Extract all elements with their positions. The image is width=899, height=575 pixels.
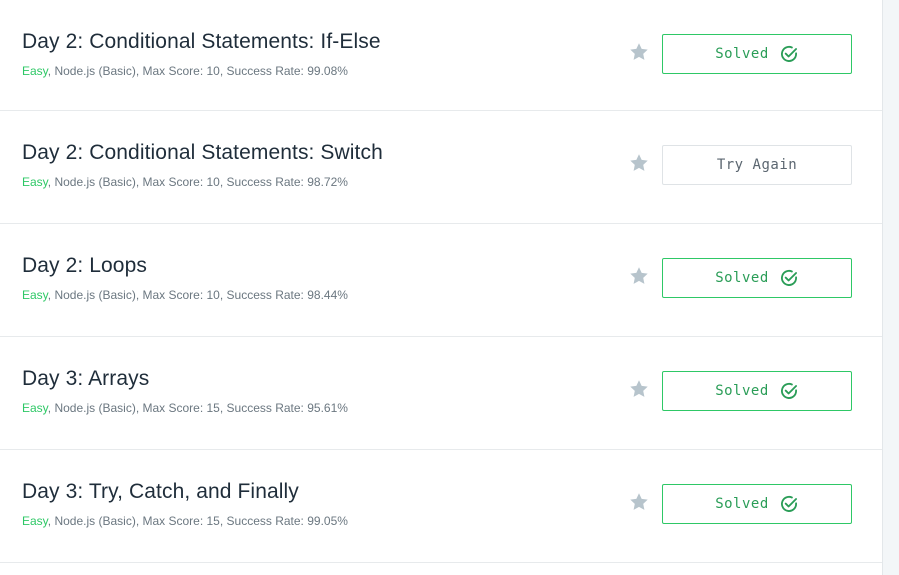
difficulty-label: Easy [22, 288, 48, 302]
solved-button[interactable]: Solved [662, 34, 852, 74]
challenge-list: Day 2: Conditional Statements: If-Else E… [0, 0, 883, 575]
challenge-title[interactable]: Day 2: Loops [22, 254, 147, 278]
difficulty-label: Easy [22, 175, 48, 189]
star-icon[interactable] [628, 152, 650, 174]
challenge-title[interactable]: Day 2: Conditional Statements: If-Else [22, 30, 381, 54]
try-again-button[interactable]: Try Again [662, 145, 852, 185]
challenge-row: Day 3: Try, Catch, and Finally Easy, Nod… [0, 450, 882, 563]
status-label: Solved [715, 270, 769, 286]
challenge-title[interactable]: Day 2: Conditional Statements: Switch [22, 141, 383, 165]
challenge-title[interactable]: Day 3: Try, Catch, and Finally [22, 480, 299, 504]
status-label: Solved [715, 46, 769, 62]
challenge-meta: Easy, Node.js (Basic), Max Score: 15, Su… [22, 401, 348, 415]
solved-button[interactable]: Solved [662, 484, 852, 524]
challenge-row: Day 3: Arrays Easy, Node.js (Basic), Max… [0, 337, 882, 450]
difficulty-label: Easy [22, 401, 48, 415]
check-circle-icon [780, 46, 797, 62]
challenge-meta: Easy, Node.js (Basic), Max Score: 10, Su… [22, 64, 348, 78]
difficulty-label: Easy [22, 514, 48, 528]
status-label: Solved [715, 496, 769, 512]
challenge-meta: Easy, Node.js (Basic), Max Score: 10, Su… [22, 175, 348, 189]
challenge-details: , Node.js (Basic), Max Score: 10, Succes… [47, 175, 348, 189]
status-label: Try Again [716, 157, 798, 173]
check-circle-icon [780, 383, 797, 399]
difficulty-label: Easy [22, 64, 48, 78]
check-circle-icon [780, 270, 797, 286]
status-label: Solved [715, 383, 769, 399]
challenge-meta: Easy, Node.js (Basic), Max Score: 10, Su… [22, 288, 348, 302]
challenge-row: Day 2: Conditional Statements: Switch Ea… [0, 111, 882, 224]
star-icon[interactable] [628, 378, 650, 400]
challenge-details: , Node.js (Basic), Max Score: 10, Succes… [47, 288, 348, 302]
check-circle-icon [780, 496, 797, 512]
challenge-row: Day 2: Loops Easy, Node.js (Basic), Max … [0, 224, 882, 337]
solved-button[interactable]: Solved [662, 371, 852, 411]
challenge-details: , Node.js (Basic), Max Score: 15, Succes… [47, 514, 348, 528]
star-icon[interactable] [628, 265, 650, 287]
challenge-details: , Node.js (Basic), Max Score: 15, Succes… [47, 401, 348, 415]
star-icon[interactable] [628, 41, 650, 63]
star-icon[interactable] [628, 491, 650, 513]
challenge-details: , Node.js (Basic), Max Score: 10, Succes… [47, 64, 348, 78]
challenge-title[interactable]: Day 3: Arrays [22, 367, 149, 391]
challenge-meta: Easy, Node.js (Basic), Max Score: 15, Su… [22, 514, 348, 528]
solved-button[interactable]: Solved [662, 258, 852, 298]
challenge-row: Day 2: Conditional Statements: If-Else E… [0, 0, 882, 111]
